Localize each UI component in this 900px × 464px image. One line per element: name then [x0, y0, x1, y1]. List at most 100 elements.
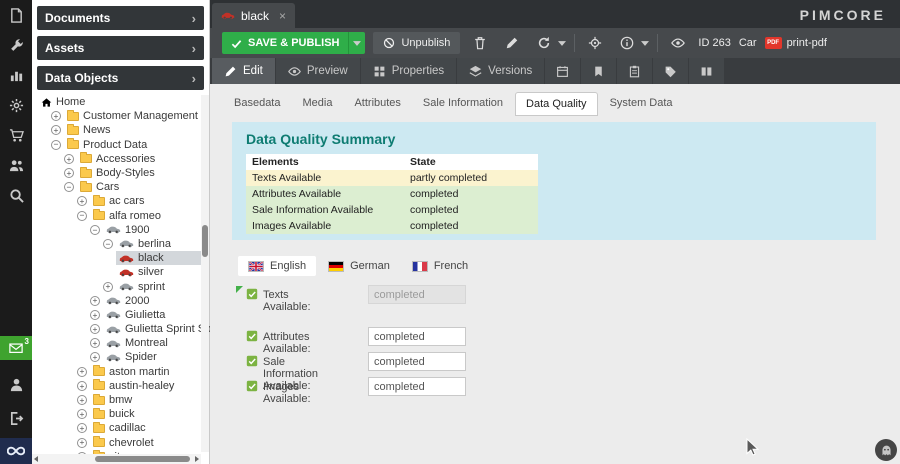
tree-item[interactable]: Spider	[32, 350, 209, 364]
expander-icon[interactable]	[51, 125, 61, 135]
tree-item[interactable]: News	[32, 123, 209, 137]
tab-data-quality[interactable]: Data Quality	[515, 92, 598, 116]
tools-icon[interactable]	[0, 30, 32, 60]
tree-item[interactable]: Cars	[32, 180, 209, 194]
expander-icon[interactable]	[77, 409, 87, 419]
expander-icon[interactable]	[77, 196, 87, 206]
tree-item[interactable]: Montreal	[32, 336, 209, 350]
expander-icon[interactable]	[51, 111, 61, 121]
search-icon[interactable]	[0, 180, 32, 210]
tab-media[interactable]: Media	[292, 92, 342, 116]
tree-item[interactable]: chevrolet	[32, 436, 209, 450]
expander-icon[interactable]	[77, 438, 87, 448]
reload-button[interactable]	[532, 32, 556, 54]
images-available-input[interactable]	[368, 377, 466, 396]
save-options-caret[interactable]	[348, 32, 365, 54]
tree-item[interactable]: sprint	[32, 279, 209, 293]
tab-properties[interactable]: Properties	[361, 58, 456, 84]
tree-item[interactable]: cadillac	[32, 421, 209, 435]
ecommerce-icon[interactable]	[0, 120, 32, 150]
tree-item[interactable]: buick	[32, 407, 209, 421]
info-button[interactable]	[615, 32, 639, 54]
tab-tags[interactable]	[653, 58, 688, 84]
tree-item[interactable]: 1900	[32, 223, 209, 237]
tree-horizontal-scrollbar[interactable]	[32, 454, 201, 464]
tree-item[interactable]: Giulietta	[32, 308, 209, 322]
tree-item[interactable]: berlina	[32, 237, 209, 251]
locate-in-tree-button[interactable]	[583, 32, 607, 54]
tab-schedule[interactable]	[545, 58, 580, 84]
notifications-button[interactable]: 3	[0, 336, 32, 360]
tree-item[interactable]: 2000	[32, 294, 209, 308]
scrollbar-thumb[interactable]	[202, 225, 208, 257]
open-preview-button[interactable]	[666, 32, 690, 54]
sale-information-available-input[interactable]	[368, 352, 466, 371]
tab-edit[interactable]: Edit	[212, 58, 275, 84]
tree-item[interactable]: bmw	[32, 393, 209, 407]
tab-black[interactable]: black	[212, 3, 295, 28]
expander-icon[interactable]	[90, 338, 100, 348]
tree-item[interactable]: Gulietta Sprint Specia...	[32, 322, 209, 336]
scroll-right-icon[interactable]	[195, 456, 199, 462]
tab-dependencies[interactable]	[581, 58, 616, 84]
expander-icon[interactable]	[90, 296, 100, 306]
lang-tab-french[interactable]: French	[402, 256, 478, 276]
tab-notes[interactable]	[617, 58, 652, 84]
tree-item[interactable]: silver	[32, 265, 209, 279]
tree-item[interactable]: austin-healey	[32, 379, 209, 393]
expander-icon[interactable]	[77, 395, 87, 405]
accordion-data-objects[interactable]: Data Objects	[37, 66, 204, 90]
tree-item-black[interactable]: black	[32, 251, 209, 265]
tree-item[interactable]: aston martin	[32, 365, 209, 379]
expander-icon[interactable]	[77, 423, 87, 433]
print-pdf-button[interactable]: print-pdf	[765, 37, 827, 49]
expander-icon[interactable]	[77, 367, 87, 377]
chevron-down-icon[interactable]	[641, 41, 649, 46]
expander-icon[interactable]	[90, 310, 100, 320]
save-publish-button[interactable]: SAVE & PUBLISH	[222, 32, 365, 54]
expander-icon[interactable]	[90, 352, 100, 362]
expander-icon[interactable]	[103, 239, 113, 249]
profile-icon[interactable]	[0, 369, 32, 399]
tab-sale-information[interactable]: Sale Information	[413, 92, 513, 116]
lang-tab-english[interactable]: English	[238, 256, 316, 276]
accordion-assets[interactable]: Assets	[37, 36, 204, 60]
expander-icon[interactable]	[90, 324, 100, 334]
attributes-available-input[interactable]	[368, 327, 466, 346]
tab-attributes[interactable]: Attributes	[344, 92, 410, 116]
expander-icon[interactable]	[51, 140, 61, 150]
accordion-documents[interactable]: Documents	[37, 6, 204, 30]
expander-icon[interactable]	[64, 168, 74, 178]
tab-versions[interactable]: Versions	[457, 58, 544, 84]
chevron-down-icon[interactable]	[558, 41, 566, 46]
tree-item[interactable]: Accessories	[32, 152, 209, 166]
expander-icon[interactable]	[77, 381, 87, 391]
tab-system-data[interactable]: System Data	[600, 92, 683, 116]
reports-icon[interactable]	[0, 60, 32, 90]
delete-button[interactable]	[468, 32, 492, 54]
unpublish-button[interactable]: Unpublish	[373, 32, 460, 54]
tree-vertical-scrollbar[interactable]	[201, 95, 209, 452]
tree-item[interactable]: Product Data	[32, 138, 209, 152]
tree-item[interactable]: alfa romeo	[32, 209, 209, 223]
rename-button[interactable]	[500, 32, 524, 54]
tab-basedata[interactable]: Basedata	[224, 92, 290, 116]
scrollbar-thumb[interactable]	[95, 456, 190, 462]
tab-reports[interactable]	[689, 58, 724, 84]
tree-item[interactable]: Body-Styles	[32, 166, 209, 180]
scroll-left-icon[interactable]	[34, 456, 38, 462]
users-icon[interactable]	[0, 150, 32, 180]
tree-item[interactable]: Home	[32, 95, 209, 109]
expander-icon[interactable]	[103, 282, 113, 292]
tree-item[interactable]: ac cars	[32, 194, 209, 208]
tab-preview[interactable]: Preview	[276, 58, 360, 84]
expander-icon[interactable]	[64, 154, 74, 164]
tree-item[interactable]: Customer Management	[32, 109, 209, 123]
expander-icon[interactable]	[77, 211, 87, 221]
expander-icon[interactable]	[90, 225, 100, 235]
debug-ghost-button[interactable]	[875, 439, 897, 461]
lang-tab-german[interactable]: German	[318, 256, 400, 276]
settings-icon[interactable]	[0, 90, 32, 120]
documents-icon[interactable]	[0, 0, 32, 30]
logout-icon[interactable]	[0, 403, 32, 433]
